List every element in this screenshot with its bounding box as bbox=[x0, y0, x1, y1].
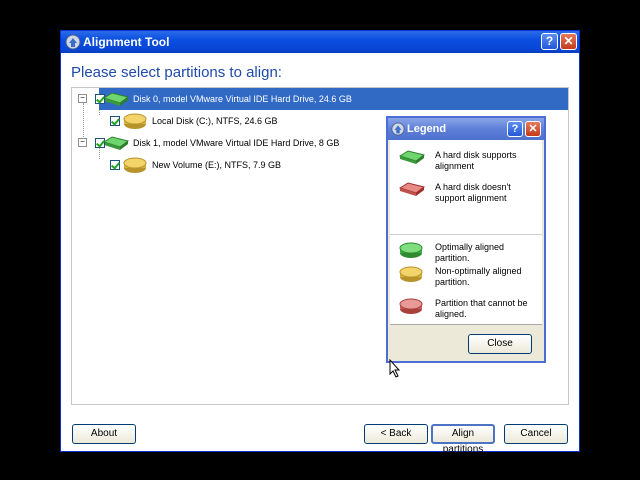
legend-item-cannot-align: Partition that cannot be aligned. bbox=[398, 298, 538, 322]
partition-e-label: New Volume (E:), NTFS, 7.9 GB bbox=[152, 160, 282, 170]
tree-row-partition-e[interactable]: New Volume (E:), NTFS, 7.9 GB bbox=[117, 154, 417, 176]
expand-disk-1[interactable]: − bbox=[78, 138, 87, 147]
partition-non-optimal-icon bbox=[399, 266, 423, 282]
legend-text: Partition that cannot be aligned. bbox=[435, 298, 528, 319]
legend-text: Non-optimally aligned partition. bbox=[435, 266, 522, 287]
cancel-button[interactable]: Cancel bbox=[504, 424, 568, 444]
legend-item-optimal: Optimally aligned partition. bbox=[398, 242, 538, 263]
legend-title: Legend bbox=[407, 123, 447, 135]
title-bar[interactable]: Alignment Tool ? ✕ bbox=[61, 31, 579, 53]
mouse-cursor-icon bbox=[389, 359, 401, 378]
hard-disk-supported-icon bbox=[398, 150, 426, 164]
legend-divider bbox=[390, 234, 542, 235]
partition-non-optimal-icon bbox=[123, 157, 147, 173]
legend-text: A hard disk supports alignment bbox=[435, 150, 517, 171]
legend-text: Optimally aligned partition. bbox=[435, 242, 505, 263]
legend-window: Legend ? ✕ A hard disk supports alignmen… bbox=[386, 116, 546, 363]
tree-line bbox=[83, 103, 84, 137]
legend-item-non-optimal: Non-optimally aligned partition. bbox=[398, 266, 538, 290]
align-partitions-button[interactable]: Align partitions bbox=[431, 424, 495, 455]
window-title: Alignment Tool bbox=[83, 35, 170, 49]
tree-row-disk-0[interactable]: Disk 0, model VMware Virtual IDE Hard Dr… bbox=[99, 88, 568, 110]
legend-title-bar[interactable]: Legend ? ✕ bbox=[388, 118, 544, 140]
about-button[interactable]: About bbox=[72, 424, 136, 444]
help-button[interactable]: ? bbox=[541, 33, 558, 50]
checkbox-disk-1[interactable] bbox=[95, 138, 105, 148]
legend-item-disk-unsupported: A hard disk doesn't support alignment bbox=[398, 182, 538, 206]
legend-text: A hard disk doesn't support alignment bbox=[435, 182, 511, 203]
partition-optimal-icon bbox=[399, 242, 423, 258]
legend-item-disk-supported: A hard disk supports alignment bbox=[398, 150, 538, 174]
app-icon bbox=[391, 122, 405, 136]
hard-disk-unsupported-icon bbox=[398, 182, 426, 196]
partition-non-optimal-icon bbox=[123, 113, 147, 129]
partition-c-label: Local Disk (C:), NTFS, 24.6 GB bbox=[152, 116, 278, 126]
legend-body: A hard disk supports alignment A hard di… bbox=[390, 140, 542, 325]
checkbox-disk-0[interactable] bbox=[95, 94, 105, 104]
page-heading: Please select partitions to align: bbox=[71, 64, 282, 81]
legend-close-button[interactable]: Close bbox=[468, 334, 532, 354]
checkbox-partition-e[interactable] bbox=[110, 160, 120, 170]
hard-disk-supported-icon bbox=[102, 136, 130, 150]
close-button[interactable]: ✕ bbox=[560, 33, 577, 50]
app-icon bbox=[65, 34, 81, 50]
legend-help-button[interactable]: ? bbox=[507, 121, 523, 137]
legend-close-x-button[interactable]: ✕ bbox=[525, 121, 541, 137]
partition-cannot-align-icon bbox=[399, 298, 423, 314]
hard-disk-supported-icon bbox=[102, 92, 130, 106]
checkbox-partition-c[interactable] bbox=[110, 116, 120, 126]
disk-1-label: Disk 1, model VMware Virtual IDE Hard Dr… bbox=[133, 138, 340, 148]
disk-0-label: Disk 0, model VMware Virtual IDE Hard Dr… bbox=[133, 94, 352, 104]
back-button[interactable]: < Back bbox=[364, 424, 428, 444]
expand-disk-0[interactable]: − bbox=[78, 94, 87, 103]
tree-row-partition-c[interactable]: Local Disk (C:), NTFS, 24.6 GB bbox=[117, 110, 417, 132]
